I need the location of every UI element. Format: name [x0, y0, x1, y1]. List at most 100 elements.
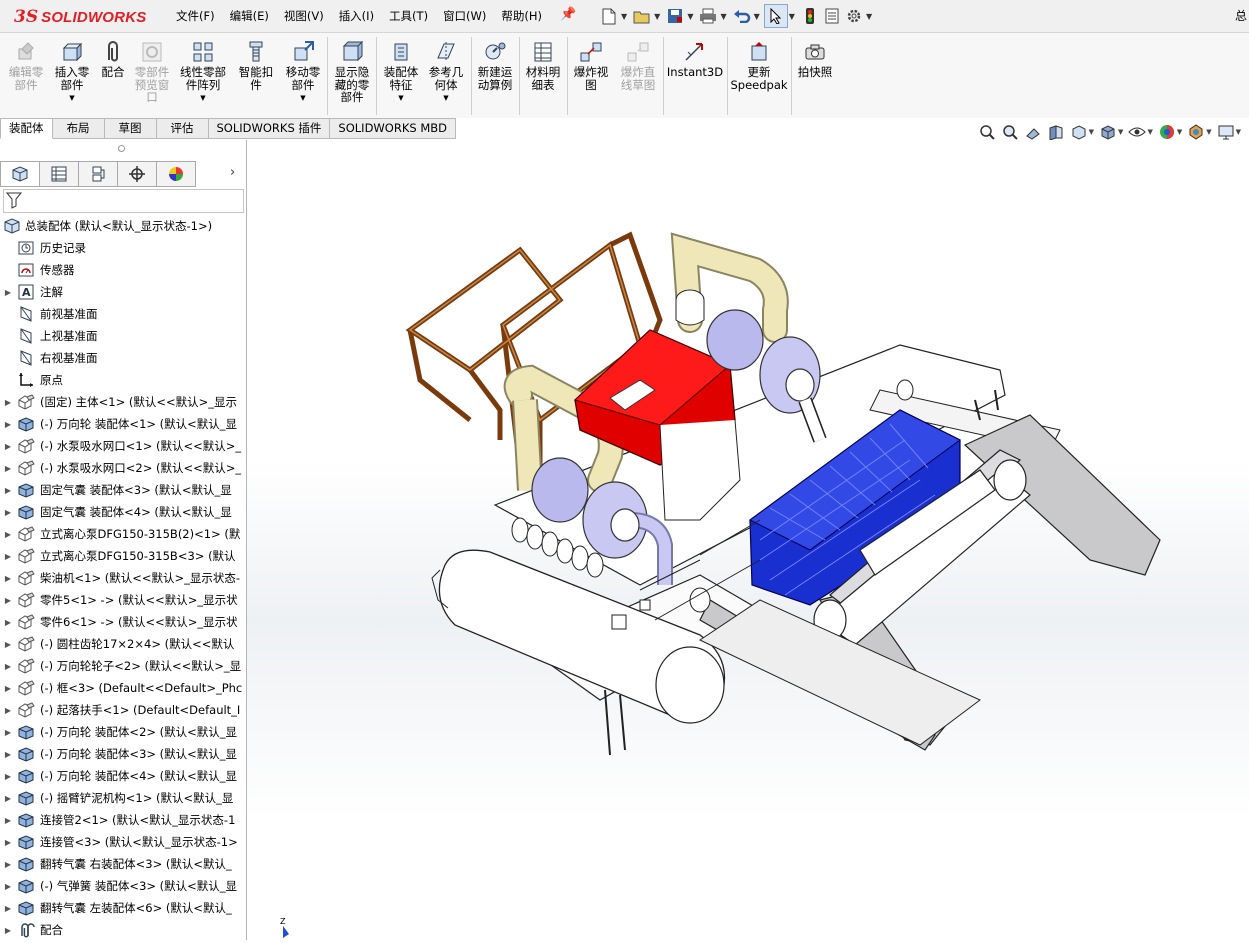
expand-arrow-icon[interactable]: ▶: [0, 904, 16, 913]
reference-geometry-button[interactable]: 参考几 何体 ▼: [425, 39, 467, 105]
print-icon[interactable]: [697, 5, 719, 27]
panel-tabs-scroll-right-icon[interactable]: ›: [230, 165, 235, 180]
menu-insert[interactable]: 插入(I): [339, 8, 374, 24]
apply-scene-icon[interactable]: [1187, 123, 1205, 141]
tree-item[interactable]: ▶ 连接管<3> (默认<默认_显示状态-1>: [0, 831, 246, 853]
menu-edit[interactable]: 编辑(E): [230, 8, 269, 24]
menu-file[interactable]: 文件(F): [176, 8, 215, 24]
tab-assembly[interactable]: 装配体: [0, 118, 53, 139]
menu-view[interactable]: 视图(V): [284, 8, 324, 24]
expand-arrow-icon[interactable]: ▶: [0, 596, 16, 605]
new-motion-study-button[interactable]: 新建运 动算例: [474, 39, 516, 91]
dimxpert-manager-tab-icon[interactable]: [118, 161, 157, 187]
take-snapshot-button[interactable]: 拍快照: [794, 39, 836, 79]
expand-arrow-icon[interactable]: ▶: [0, 288, 16, 297]
expand-arrow-icon[interactable]: ▶: [0, 640, 16, 649]
hide-show-items-icon[interactable]: [1128, 123, 1147, 141]
linear-pattern-button[interactable]: 线性零部 件阵列 ▼: [176, 39, 230, 105]
solidworks-logo[interactable]: 3S SOLIDWORKS: [14, 6, 146, 28]
tree-item[interactable]: 原点: [0, 369, 246, 391]
move-component-button[interactable]: 移动零 部件 ▼: [282, 39, 324, 105]
expand-arrow-icon[interactable]: ▶: [0, 794, 16, 803]
assembly-features-button[interactable]: 装配体 特征 ▼: [380, 39, 422, 105]
tab-layout[interactable]: 布局: [52, 118, 105, 139]
expand-arrow-icon[interactable]: ▶: [0, 442, 16, 451]
tab-sketch[interactable]: 草图: [104, 118, 157, 139]
feature-manager-tab-icon[interactable]: [0, 161, 40, 187]
linear-pattern-dropdown-icon[interactable]: ▼: [200, 92, 205, 105]
expand-arrow-icon[interactable]: ▶: [0, 860, 16, 869]
assembly-features-dropdown-icon[interactable]: ▼: [398, 92, 403, 105]
view-orientation-dropdown-icon[interactable]: ▼: [1089, 128, 1094, 136]
undo-dropdown-icon[interactable]: ▼: [754, 12, 760, 21]
tree-item[interactable]: ▶ (-) 起落扶手<1> (Default<Default_I: [0, 699, 246, 721]
expand-arrow-icon[interactable]: ▶: [0, 706, 16, 715]
tree-item[interactable]: ▶ 立式离心泵DFG150-315B(2)<1> (默: [0, 523, 246, 545]
menu-tools[interactable]: 工具(T): [389, 8, 428, 24]
expand-arrow-icon[interactable]: ▶: [0, 882, 16, 891]
display-style-dropdown-icon[interactable]: ▼: [1118, 128, 1123, 136]
tree-item[interactable]: 上视基准面: [0, 325, 246, 347]
tree-item[interactable]: ▶ (-) 万向轮 装配体<1> (默认<默认_显: [0, 413, 246, 435]
rebuild-traffic-light-icon[interactable]: [799, 5, 821, 27]
open-folder-icon[interactable]: [631, 5, 653, 27]
tree-item[interactable]: ▶ 翻转气囊 左装配体<6> (默认<默认_: [0, 897, 246, 919]
edit-appearance-dropdown-icon[interactable]: ▼: [1177, 128, 1182, 136]
view-settings-dropdown-icon[interactable]: ▼: [1236, 128, 1241, 136]
expand-arrow-icon[interactable]: ▶: [0, 420, 16, 429]
tree-item[interactable]: ▶ (-) 万向轮 装配体<3> (默认<默认_显: [0, 743, 246, 765]
save-icon[interactable]: [664, 5, 686, 27]
expand-arrow-icon[interactable]: ▶: [0, 530, 16, 539]
tree-item[interactable]: 前视基准面: [0, 303, 246, 325]
expand-arrow-icon[interactable]: ▶: [0, 926, 16, 935]
new-document-icon[interactable]: [598, 5, 620, 27]
expand-arrow-icon[interactable]: ▶: [0, 464, 16, 473]
exploded-view-button[interactable]: 爆炸视 图: [570, 39, 612, 91]
view-settings-monitor-icon[interactable]: [1217, 123, 1235, 141]
insert-component-button[interactable]: 插入零 部件 ▼: [51, 39, 93, 105]
tree-item[interactable]: ▶ 零件6<1> -> (默认<<默认>_显示状: [0, 611, 246, 633]
tree-item[interactable]: ▶ (-) 水泵吸水网口<1> (默认<<默认>_: [0, 435, 246, 457]
apply-scene-dropdown-icon[interactable]: ▼: [1206, 128, 1211, 136]
select-dropdown-icon[interactable]: ▼: [789, 12, 795, 21]
bill-of-materials-button[interactable]: 材料明 细表: [522, 39, 564, 91]
expand-arrow-icon[interactable]: ▶: [0, 398, 16, 407]
pin-menu-icon[interactable]: 📌: [560, 7, 576, 22]
tree-item[interactable]: ▶ 翻转气囊 右装配体<3> (默认<默认_: [0, 853, 246, 875]
display-style-icon[interactable]: [1099, 123, 1117, 141]
tree-item[interactable]: ▶ 连接管2<1> (默认<默认_显示状态-1: [0, 809, 246, 831]
tree-item[interactable]: ▶ (-) 摇臂铲泥机构<1> (默认<默认_显: [0, 787, 246, 809]
tree-item[interactable]: ▶ A 注解: [0, 281, 246, 303]
mate-button[interactable]: 配合: [98, 39, 128, 79]
update-speedpak-button[interactable]: 更新 Speedpak: [730, 39, 788, 91]
tree-item[interactable]: 右视基准面: [0, 347, 246, 369]
file-properties-icon[interactable]: [821, 5, 843, 27]
tree-item[interactable]: ▶ (-) 水泵吸水网口<2> (默认<<默认>_: [0, 457, 246, 479]
save-dropdown-icon[interactable]: ▼: [687, 12, 693, 21]
reference-geometry-dropdown-icon[interactable]: ▼: [443, 92, 448, 105]
open-dropdown-icon[interactable]: ▼: [654, 12, 660, 21]
tree-item[interactable]: 传感器: [0, 259, 246, 281]
expand-arrow-icon[interactable]: ▶: [0, 574, 16, 583]
tree-item[interactable]: ▶ (-) 万向轮轮子<2> (默认<<默认>_显: [0, 655, 246, 677]
expand-arrow-icon[interactable]: ▶: [0, 486, 16, 495]
zoom-to-area-icon[interactable]: [1001, 123, 1019, 141]
expand-arrow-icon[interactable]: ▶: [0, 750, 16, 759]
tree-item[interactable]: ▶ (-) 万向轮 装配体<2> (默认<默认_显: [0, 721, 246, 743]
previous-view-icon[interactable]: [1024, 123, 1042, 141]
tree-item[interactable]: ▶ 配合: [0, 919, 246, 941]
component-preview-button[interactable]: 零部件 预览窗 口: [131, 39, 173, 104]
expand-arrow-icon[interactable]: ▶: [0, 772, 16, 781]
edit-component-button[interactable]: 编辑零 部件: [6, 39, 46, 91]
configuration-manager-tab-icon[interactable]: [79, 161, 118, 187]
panel-grip-handle[interactable]: [118, 145, 125, 152]
menu-help[interactable]: 帮助(H): [501, 8, 542, 24]
tree-item[interactable]: ▶ (-) 框<3> (Default<<Default>_Phc: [0, 677, 246, 699]
assembly-3d-model[interactable]: [247, 140, 1249, 940]
show-hidden-components-button[interactable]: 显示隐 藏的零 部件: [331, 39, 373, 104]
tree-item[interactable]: ▶ 零件5<1> -> (默认<<默认>_显示状: [0, 589, 246, 611]
insert-component-dropdown-icon[interactable]: ▼: [69, 92, 74, 105]
tree-item[interactable]: ▶ (-) 万向轮 装配体<4> (默认<默认_显: [0, 765, 246, 787]
zoom-to-fit-icon[interactable]: [978, 123, 996, 141]
expand-arrow-icon[interactable]: ▶: [0, 728, 16, 737]
